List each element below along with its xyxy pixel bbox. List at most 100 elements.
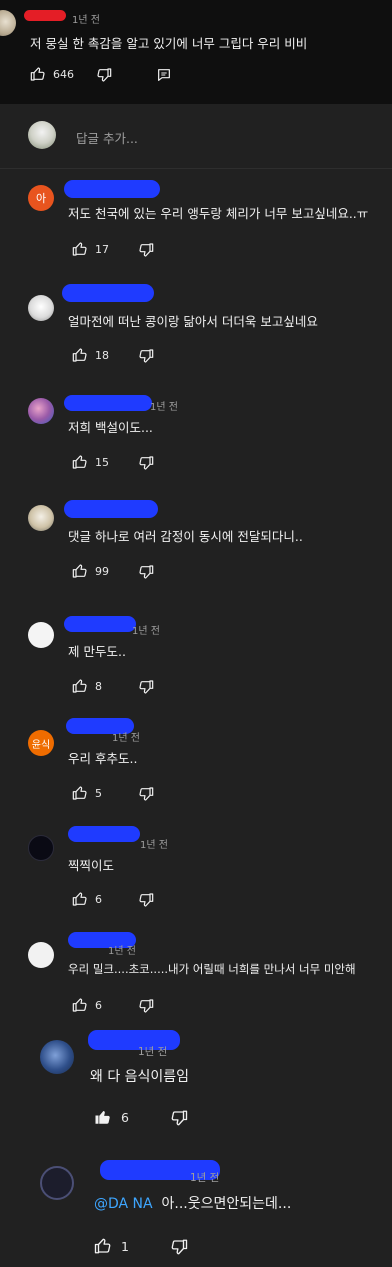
thumbs-down-icon: [139, 565, 154, 579]
like-button[interactable]: 15: [72, 454, 109, 470]
comment-timestamp: 1년 전: [190, 1172, 220, 1184]
redaction-scribble: [64, 500, 158, 518]
reply-icon: [158, 69, 170, 81]
avatar[interactable]: [28, 622, 54, 648]
like-button[interactable]: 1: [94, 1237, 129, 1255]
like-count: 15: [95, 455, 109, 469]
like-button[interactable]: 6: [94, 1108, 129, 1126]
thumbs-down-icon: [171, 1110, 188, 1126]
avatar[interactable]: [28, 398, 54, 424]
comment-timestamp: 1년 전: [140, 840, 168, 851]
comment-body: 아...웃으면안되는데...: [161, 1196, 292, 1212]
divider: [0, 168, 392, 169]
redaction-scribble: [64, 180, 160, 198]
like-count: 18: [95, 348, 109, 362]
redaction-scribble: [64, 616, 136, 632]
thumbs-up-filled-icon: [95, 1111, 110, 1124]
comment-timestamp: 1년 전: [138, 1046, 168, 1058]
comment-text: 저도 천국에 있는 우리 앵두랑 체리가 너무 보고싶네요..ㅠ: [68, 206, 369, 221]
avatar-initial: 아: [35, 192, 47, 205]
like-button[interactable]: 8: [72, 678, 102, 694]
comment-text: @DA NA 아...웃으면안되는데...: [94, 1193, 291, 1213]
thumbs-down-icon: [139, 787, 154, 801]
like-count: 99: [95, 564, 109, 578]
dislike-button[interactable]: [170, 1109, 188, 1127]
thumbs-down-icon: [97, 68, 112, 82]
comment-text: 얼마전에 떠난 콩이랑 닮아서 더더욱 보고싶네요: [68, 314, 318, 329]
like-count: 8: [95, 679, 102, 693]
comment-text: 우리 밀크....초코.....내가 어릴때 너희를 만나서 너무 미안해: [68, 962, 356, 976]
avatar[interactable]: [28, 295, 54, 321]
dislike-button[interactable]: [138, 455, 154, 471]
thumbs-up-icon: [72, 998, 87, 1012]
like-button[interactable]: 18: [72, 347, 109, 363]
like-button[interactable]: 99: [72, 563, 109, 579]
comment-text: 찍찍이도: [68, 858, 115, 873]
avatar[interactable]: [28, 835, 54, 861]
dislike-button[interactable]: [138, 786, 154, 802]
add-reply-input[interactable]: 답글 추가...: [76, 128, 138, 147]
like-count: 6: [95, 998, 102, 1012]
thumbs-up-icon: [72, 564, 87, 578]
comment-text: 저희 백설이도...: [68, 420, 153, 435]
comment-timestamp: 1년 전: [112, 733, 140, 744]
dislike-button[interactable]: [138, 242, 154, 258]
avatar[interactable]: [28, 505, 54, 531]
like-button[interactable]: 646: [30, 66, 74, 82]
avatar-initial: 윤식: [31, 739, 51, 751]
like-count: 6: [95, 892, 102, 906]
thumbs-up-icon: [72, 679, 87, 693]
thumbs-up-icon: [72, 242, 87, 256]
thumbs-down-icon: [139, 999, 154, 1013]
thumbs-up-icon: [72, 455, 87, 469]
like-button[interactable]: 6: [72, 997, 102, 1013]
comment-text: 왜 다 음식이름임: [90, 1069, 190, 1085]
dislike-button[interactable]: [138, 348, 154, 364]
like-count: 5: [95, 786, 102, 800]
redaction-scribble: [68, 826, 140, 842]
comment-timestamp: 1년 전: [150, 402, 178, 413]
thumbs-up-icon: [72, 348, 87, 362]
dislike-button[interactable]: [138, 679, 154, 695]
avatar[interactable]: [0, 10, 16, 36]
thumbs-up-icon: [94, 1238, 111, 1254]
dislike-button[interactable]: [138, 892, 154, 908]
redaction-scribble: [24, 10, 66, 21]
comment-text: 우리 후추도..: [68, 751, 138, 766]
avatar[interactable]: [40, 1040, 74, 1074]
dislike-button[interactable]: [170, 1238, 188, 1256]
thumbs-down-icon: [171, 1239, 188, 1255]
thumbs-down-icon: [139, 680, 154, 694]
thumbs-down-icon: [139, 349, 154, 363]
like-button[interactable]: 17: [72, 241, 109, 257]
dislike-button[interactable]: [138, 998, 154, 1014]
parent-comment: 1년 전 저 뭉실 한 촉감을 알고 있기에 너무 그립다 우리 비비 646: [0, 0, 392, 104]
like-count: 17: [95, 242, 109, 256]
like-count: 6: [121, 1109, 129, 1125]
thumbs-down-icon: [139, 456, 154, 470]
like-button[interactable]: 5: [72, 785, 102, 801]
comment-text: 제 만두도..: [68, 644, 126, 659]
comment-timestamp: 1년 전: [72, 15, 100, 26]
redaction-scribble: [62, 284, 154, 302]
comment-text: 댓글 하나로 여러 감정이 동시에 전달되다니..: [68, 529, 303, 544]
dislike-button[interactable]: [96, 67, 112, 83]
thumbs-up-icon: [72, 892, 87, 906]
like-count: 646: [53, 67, 74, 81]
like-count: 1: [121, 1238, 129, 1254]
comment-text: 저 뭉실 한 촉감을 알고 있기에 너무 그립다 우리 비비: [30, 36, 308, 51]
thumbs-down-icon: [139, 243, 154, 257]
comment-timestamp: 1년 전: [132, 626, 160, 637]
avatar[interactable]: [40, 1166, 74, 1200]
like-button[interactable]: 6: [72, 891, 102, 907]
thumbs-down-icon: [139, 893, 154, 907]
dislike-button[interactable]: [138, 564, 154, 580]
thumbs-up-icon: [30, 67, 45, 81]
avatar[interactable]: 윤식: [28, 730, 54, 756]
comment-timestamp: 1년 전: [108, 946, 136, 957]
thumbs-up-icon: [72, 786, 87, 800]
user-mention-link[interactable]: @DA NA: [94, 1196, 153, 1212]
avatar[interactable]: 아: [28, 185, 54, 211]
avatar[interactable]: [28, 942, 54, 968]
reply-button[interactable]: [156, 67, 172, 83]
